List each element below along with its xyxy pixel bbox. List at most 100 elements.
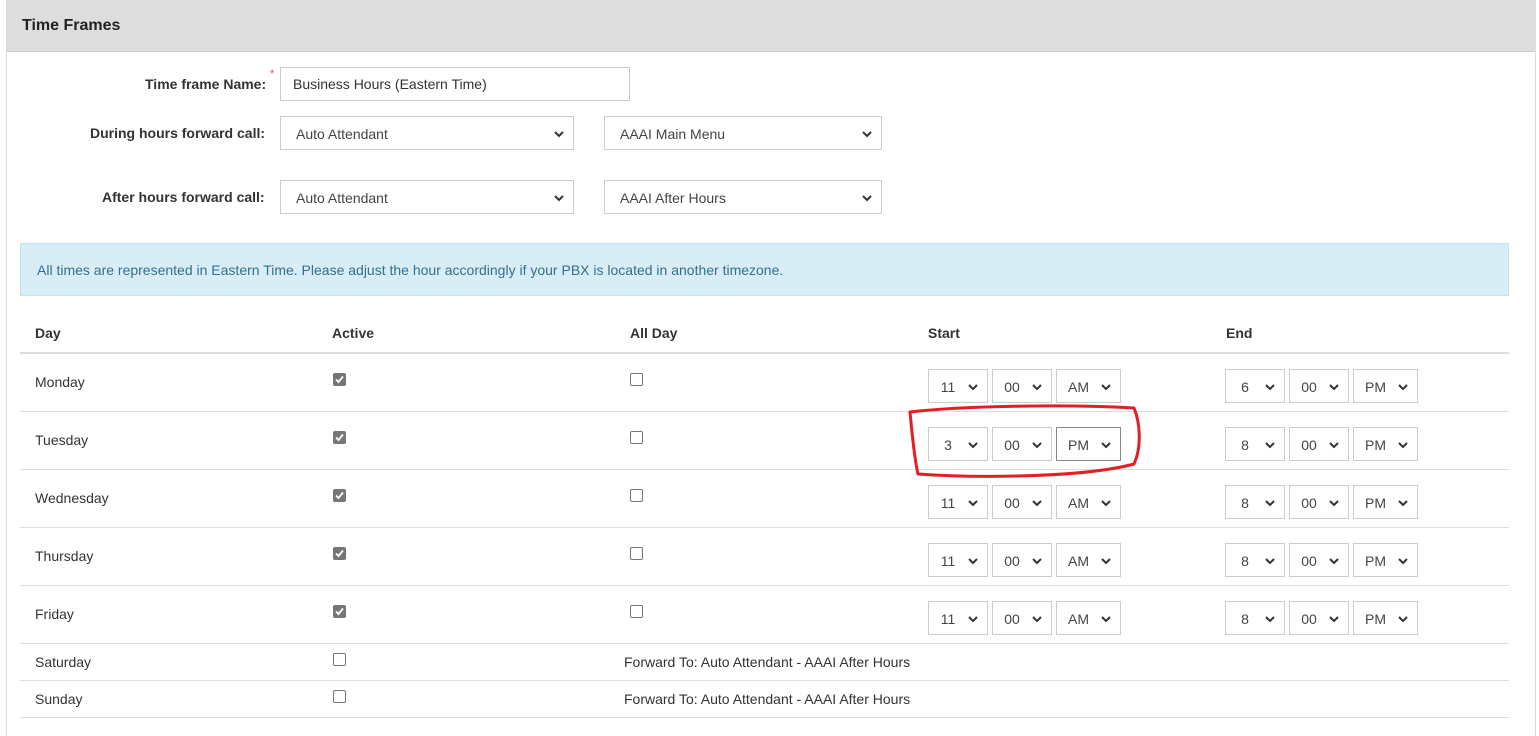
end-minute-select[interactable]: 00 [1289,369,1349,403]
chevron-down-icon [1397,381,1409,393]
active-checkbox[interactable] [333,547,346,560]
chevron-down-icon [967,439,979,451]
day-label: Sunday [35,691,83,707]
chevron-down-icon [1264,555,1276,567]
start-minute-select[interactable]: 00 [992,485,1052,519]
after-hours-target-select[interactable]: AAAI After Hours [604,180,882,214]
start-hour-select[interactable]: 11 [928,601,988,635]
all-day-checkbox[interactable] [630,373,643,386]
start-minute-select[interactable]: 00 [992,601,1052,635]
select-value: 00 [1004,611,1020,627]
select-value: 00 [1004,495,1020,511]
start-ampm-select[interactable]: AM [1056,543,1121,577]
day-label: Saturday [35,654,92,670]
end-ampm-select[interactable]: PM [1353,427,1418,461]
chevron-down-icon [553,192,565,204]
end-hour-select[interactable]: 8 [1225,427,1285,461]
end-ampm-select[interactable]: PM [1353,601,1418,635]
all-day-checkbox[interactable] [630,431,643,444]
day-label: Wednesday [35,490,109,506]
all-day-checkbox[interactable] [630,489,643,502]
chevron-down-icon [861,192,873,204]
header-end: End [1226,325,1253,341]
start-minute-select[interactable]: 00 [992,543,1052,577]
start-ampm-select[interactable]: AM [1056,485,1121,519]
after-hours-type-select[interactable]: Auto Attendant [280,180,574,214]
select-value: 8 [1241,553,1249,569]
start-ampm-select[interactable]: AM [1056,601,1121,635]
active-checkbox[interactable] [333,605,346,618]
forward-to-text: Forward To: Auto Attendant - AAAI After … [624,654,911,670]
chevron-down-icon [1264,497,1276,509]
end-hour-select[interactable]: 8 [1225,485,1285,519]
header-start: Start [928,325,960,341]
after-hours-label: After hours forward call: [102,189,265,205]
select-value: 11 [940,495,956,511]
time-frame-name-input[interactable]: Business Hours (Eastern Time) [280,67,630,101]
forward-to-text: Forward To: Auto Attendant - AAAI After … [624,691,911,707]
select-value: 3 [944,437,952,453]
required-marker: * [270,68,275,80]
end-minute-select[interactable]: 00 [1289,601,1349,635]
start-hour-select[interactable]: 11 [928,543,988,577]
select-value: 8 [1241,437,1249,453]
start-ampm-select[interactable]: PM [1056,427,1121,461]
row-divider [20,585,1509,586]
chevron-down-icon [861,128,873,140]
day-label: Thursday [35,548,94,564]
during-hours-target-select[interactable]: AAAI Main Menu [604,116,882,150]
chevron-down-icon [1328,381,1340,393]
chevron-down-icon [1328,439,1340,451]
active-checkbox[interactable] [333,431,346,444]
select-value: AM [1068,553,1089,569]
active-checkbox[interactable] [333,653,346,666]
end-ampm-select[interactable]: PM [1353,485,1418,519]
active-checkbox[interactable] [333,690,346,703]
end-hour-select[interactable]: 8 [1225,543,1285,577]
chevron-down-icon [1100,381,1112,393]
end-hour-select[interactable]: 6 [1225,369,1285,403]
chevron-down-icon [967,555,979,567]
chevron-down-icon [1264,613,1276,625]
start-hour-select[interactable]: 3 [928,427,988,461]
select-value: Auto Attendant [296,126,388,142]
select-value: 00 [1301,379,1317,395]
select-value: PM [1365,553,1386,569]
select-value: 00 [1004,379,1020,395]
all-day-checkbox[interactable] [630,605,643,618]
header-divider [20,352,1509,354]
end-ampm-select[interactable]: PM [1353,369,1418,403]
chevron-down-icon [1397,555,1409,567]
row-divider [20,680,1509,681]
chevron-down-icon [553,128,565,140]
start-minute-select[interactable]: 00 [992,427,1052,461]
end-minute-select[interactable]: 00 [1289,543,1349,577]
chevron-down-icon [1264,381,1276,393]
start-ampm-select[interactable]: AM [1056,369,1121,403]
end-hour-select[interactable]: 8 [1225,601,1285,635]
start-hour-select[interactable]: 11 [928,485,988,519]
end-ampm-select[interactable]: PM [1353,543,1418,577]
chevron-down-icon [1328,497,1340,509]
chevron-down-icon [1100,497,1112,509]
select-value: 00 [1004,553,1020,569]
panel-title: Time Frames [22,17,121,34]
select-value: 00 [1301,611,1317,627]
chevron-down-icon [1100,555,1112,567]
select-value: AM [1068,611,1089,627]
start-minute-select[interactable]: 00 [992,369,1052,403]
start-hour-select[interactable]: 11 [928,369,988,403]
select-value: AAAI After Hours [620,190,726,206]
chevron-down-icon [1328,613,1340,625]
chevron-down-icon [1264,439,1276,451]
header-active: Active [332,325,375,341]
during-hours-type-select[interactable]: Auto Attendant [280,116,574,150]
all-day-checkbox[interactable] [630,547,643,560]
active-checkbox[interactable] [333,373,346,386]
select-value: 00 [1301,437,1317,453]
end-minute-select[interactable]: 00 [1289,427,1349,461]
row-divider [20,643,1509,644]
active-checkbox[interactable] [333,489,346,502]
select-value: 11 [940,553,956,569]
end-minute-select[interactable]: 00 [1289,485,1349,519]
